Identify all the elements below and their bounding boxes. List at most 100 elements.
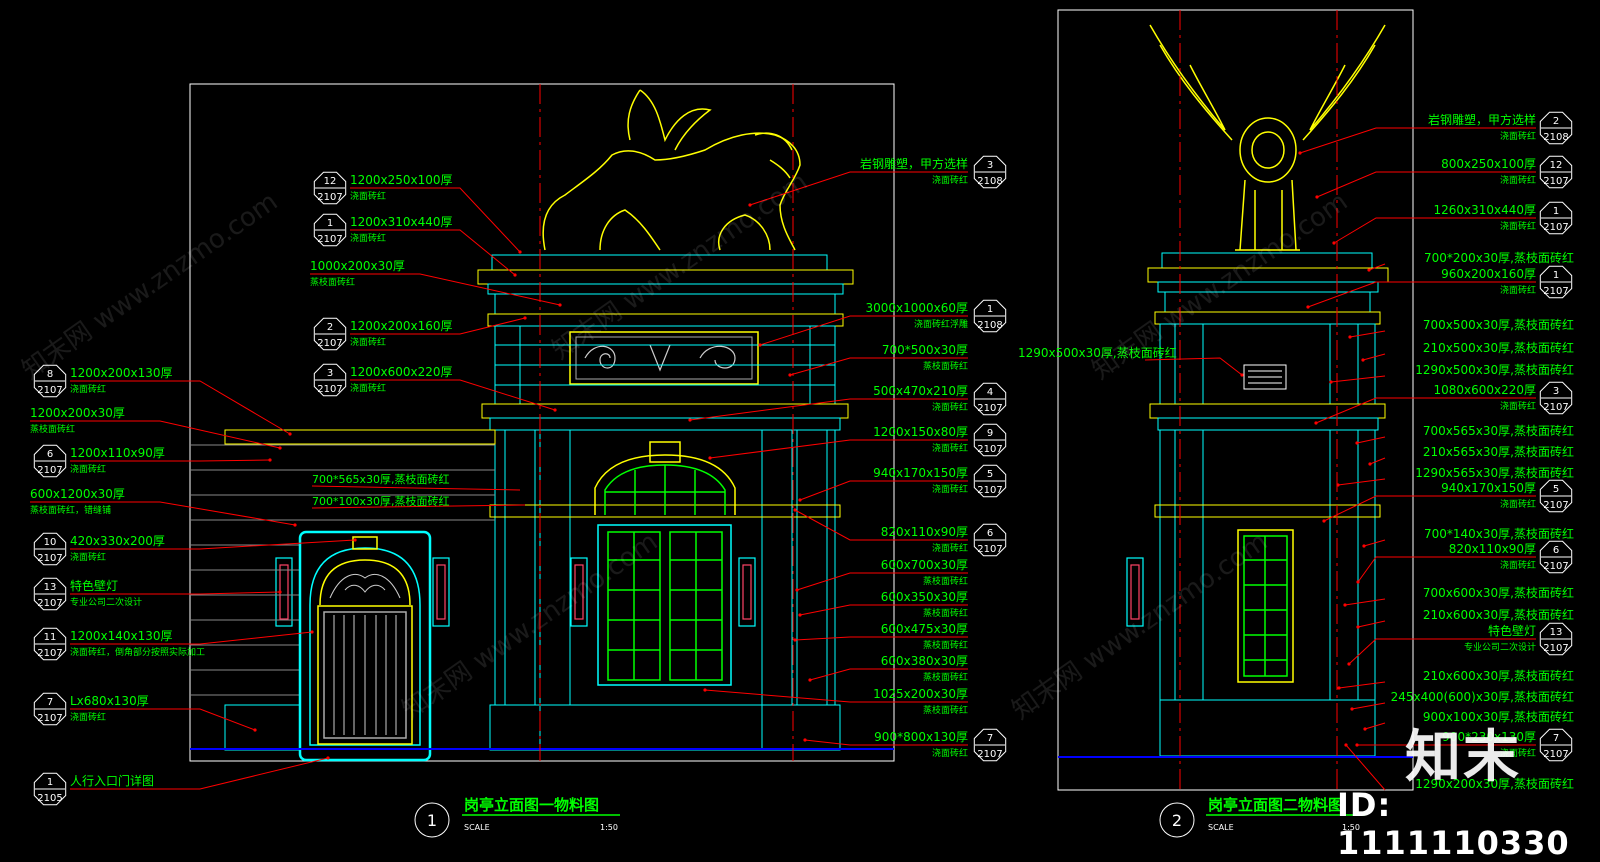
title-left-number: 1 — [427, 811, 437, 830]
leader-dot — [758, 343, 762, 347]
callout-tag-number: 12 — [324, 176, 337, 187]
leader-dot — [293, 523, 297, 527]
callout-label: 420x330x200厚 — [70, 534, 165, 548]
callout-tag-code: 2107 — [977, 544, 1002, 555]
callout-label: 700*140x30厚,蒸枝面砖红 — [1424, 526, 1574, 541]
callout-sublabel: 蒸枝面砖红 — [923, 607, 968, 619]
scale-value-left: 1:50 — [600, 823, 618, 832]
leader-dot — [808, 678, 812, 682]
leader-dot — [558, 303, 562, 307]
leader-dot — [253, 728, 257, 732]
leader-dot — [703, 688, 707, 692]
callout-label: 特色壁灯 — [70, 578, 118, 593]
callout-label: 500x470x210厚 — [873, 384, 968, 398]
callout-tag-code: 2108 — [1543, 132, 1568, 143]
callout-label: 1200x600x220厚 — [350, 365, 453, 379]
leader-dot — [1336, 483, 1340, 487]
callout-tag-code: 2108 — [977, 176, 1002, 187]
callout-sublabel: 浇面砖红 — [932, 401, 968, 413]
callout-tag-number: 3 — [987, 160, 993, 171]
callout-label: 1260x310x440厚 — [1433, 203, 1536, 217]
leader-dot — [1348, 335, 1352, 339]
callout-sublabel: 浇面砖红 — [70, 463, 106, 475]
callout-tag-code: 2107 — [1543, 500, 1568, 511]
leader-dot — [1355, 441, 1359, 445]
leader-dot — [1355, 743, 1359, 747]
callout-tag-number: 5 — [1553, 484, 1559, 495]
callout-tag-code: 2107 — [37, 385, 62, 396]
leader-dot — [1356, 580, 1360, 584]
callout-sublabel: 蒸枝面砖红 — [30, 423, 75, 435]
leader-dot — [793, 638, 797, 642]
callout-tag-number: 13 — [1550, 627, 1563, 638]
callout-tag-code: 2107 — [1543, 222, 1568, 233]
callout-label: 岩钢雕塑，甲方选样 — [860, 156, 968, 171]
callout-sublabel: 浇面砖红 — [932, 174, 968, 186]
callout-label: 800x250x100厚 — [1441, 157, 1536, 171]
leader-dot — [1329, 380, 1333, 384]
callout-label: 960x200x160厚 — [1441, 267, 1536, 281]
leader-dot — [1332, 241, 1336, 245]
callout-label: 700*565x30厚,蒸枝面砖红 — [312, 472, 450, 486]
callout-label: 特色壁灯 — [1488, 623, 1536, 638]
callout-tag-code: 2107 — [1543, 402, 1568, 413]
leader-dot — [688, 418, 692, 422]
brand-watermark: 知末 — [1405, 725, 1521, 790]
callout-sublabel: 蒸枝面砖红 — [923, 575, 968, 587]
callout-tag-number: 2 — [1553, 116, 1559, 127]
callout-tag-number: 2 — [327, 322, 333, 333]
scale-label-left: SCALE — [464, 823, 490, 832]
callout-tag-code: 2107 — [1543, 561, 1568, 572]
callout-sublabel: 浇面砖红 — [350, 336, 386, 348]
callout-label: 1200x200x160厚 — [350, 319, 453, 333]
callout-label: 岩钢雕塑，甲方选样 — [1428, 112, 1536, 127]
callout-sublabel: 浇面砖红 — [932, 542, 968, 554]
callout-label: 820x110x90厚 — [1449, 542, 1536, 556]
callout-tag-number: 9 — [987, 428, 993, 439]
callout-sublabel: 浇面砖红 — [350, 382, 386, 394]
callout-sublabel: 浇面砖红 — [1500, 130, 1536, 142]
callout-tag-number: 6 — [47, 449, 53, 460]
callout-label: 1200x110x90厚 — [70, 446, 165, 460]
callout-sublabel: 浇面砖红 — [350, 232, 386, 244]
leader-dot — [268, 458, 272, 462]
callout-tag-number: 7 — [47, 697, 53, 708]
leader-dot — [1314, 421, 1318, 425]
callout-tag-code: 2107 — [37, 553, 62, 564]
callout-tag-number: 13 — [44, 582, 57, 593]
callout-sublabel: 浇面砖红，倒角部分按照实际加工 — [70, 646, 205, 658]
callout-label: 1000x200x30厚 — [310, 259, 405, 273]
callout-label: 700*500x30厚 — [882, 343, 968, 357]
callout-sublabel: 浇面砖红 — [1500, 174, 1536, 186]
title-left: 岗亭立面图一物料图 — [464, 796, 599, 814]
callout-label: 900*800x130厚 — [874, 730, 968, 744]
callout-tag-code: 2107 — [37, 713, 62, 724]
callout-sublabel: 浇面砖红 — [70, 383, 106, 395]
callout-tag-number: 11 — [44, 632, 57, 643]
callout-tag-code: 2107 — [1543, 749, 1568, 760]
callout-tag-code: 2107 — [977, 444, 1002, 455]
callout-sublabel: 蒸枝面砖红 — [923, 639, 968, 651]
callout-label: 1200x200x30厚 — [30, 406, 125, 420]
callout-label: 1025x200x30厚 — [873, 687, 968, 701]
callout-sublabel: 浇面砖红 — [70, 711, 106, 723]
callout-label: 210x600x30厚,蒸枝面砖红 — [1423, 607, 1574, 622]
callout-sublabel: 浇面砖红 — [1500, 559, 1536, 571]
callout-tag-code: 2107 — [1543, 286, 1568, 297]
callout-tag-number: 1 — [1553, 206, 1559, 217]
callout-label: 700x500x30厚,蒸枝面砖红 — [1423, 317, 1574, 332]
scale-label-right: SCALE — [1208, 823, 1234, 832]
callout-label: 600x380x30厚 — [881, 654, 968, 668]
callout-tag-code: 2107 — [977, 749, 1002, 760]
callout-sublabel: 专业公司二次设计 — [1464, 641, 1536, 653]
callout-tag-number: 4 — [987, 387, 993, 398]
callout-sublabel: 蒸枝面砖红 — [923, 360, 968, 372]
callout-tag-number: 1 — [1553, 270, 1559, 281]
leader-dot — [1363, 727, 1367, 731]
callout-tag-code: 2107 — [317, 384, 342, 395]
callout-tag-code: 2107 — [317, 234, 342, 245]
callout-sublabel: 浇面砖红 — [932, 483, 968, 495]
callout-label: 人行入口门详图 — [70, 773, 154, 788]
callout-sublabel: 浇面砖红 — [1500, 400, 1536, 412]
title-right: 岗亭立面图二物料图 — [1208, 796, 1343, 814]
